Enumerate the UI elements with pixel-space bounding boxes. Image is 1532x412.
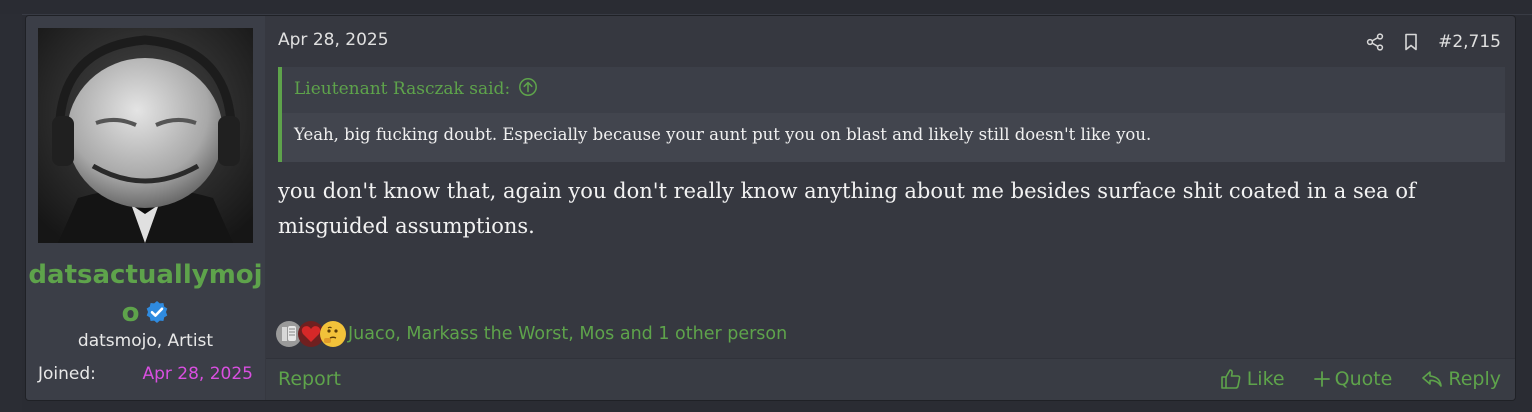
quote-button[interactable]: Quote <box>1313 367 1393 391</box>
joined-date: Apr 28, 2025 <box>142 364 253 384</box>
report-link[interactable]: Report <box>278 368 341 390</box>
username[interactable]: datsactuallymojo <box>26 256 265 335</box>
like-button[interactable]: Like <box>1219 367 1285 391</box>
top-divider <box>0 0 1532 15</box>
reply-icon <box>1420 367 1444 391</box>
page-gutter <box>0 14 22 412</box>
like-label: Like <box>1246 368 1285 390</box>
reactions-bar[interactable]: Juaco, Markass the Worst, Mos and 1 othe… <box>276 319 787 349</box>
post-footer-actions: Like Quote Reply <box>1219 367 1501 391</box>
reply-label: Reply <box>1448 368 1501 390</box>
forum-post: datsactuallymojo datsmojo, Artist Joined… <box>25 15 1516 401</box>
quote-header[interactable]: Lieutenant Rasczak said: <box>294 67 538 111</box>
post-message: you don't know that, again you don't rea… <box>278 179 1416 238</box>
joined-label: Joined: <box>38 364 96 384</box>
quote-block: Lieutenant Rasczak said: Yeah, big fucki… <box>278 67 1505 162</box>
post-number-link[interactable]: #2,715 <box>1438 32 1501 52</box>
user-title: datsmojo, Artist <box>77 331 214 351</box>
thumbs-up-icon <box>1219 367 1243 391</box>
reaction-icons <box>276 319 346 349</box>
quote-attribution[interactable]: Lieutenant Rasczak said: <box>294 79 510 99</box>
post-author-sidebar: datsactuallymojo datsmojo, Artist Joined… <box>26 16 265 400</box>
quote-label: Quote <box>1334 368 1393 390</box>
share-icon[interactable] <box>1366 33 1384 51</box>
quote-body: Yeah, big fucking doubt. Especially beca… <box>282 113 1505 162</box>
reply-button[interactable]: Reply <box>1420 367 1501 391</box>
post-date[interactable]: Apr 28, 2025 <box>278 30 389 50</box>
post-top-actions: #2,715 <box>1366 30 1501 54</box>
quote-text: Yeah, big fucking doubt. Especially beca… <box>294 125 1152 144</box>
avatar[interactable] <box>38 28 253 243</box>
reaction-users-link[interactable]: Juaco, Markass the Worst, Mos and 1 othe… <box>348 324 787 344</box>
verified-badge-icon <box>145 297 169 335</box>
bookmark-icon[interactable] <box>1402 33 1420 51</box>
plus-icon <box>1313 370 1331 388</box>
jump-to-quote-icon[interactable] <box>518 77 538 102</box>
post-footer: Report Like Quote Reply <box>266 358 1515 400</box>
thinking-icon <box>320 321 346 347</box>
